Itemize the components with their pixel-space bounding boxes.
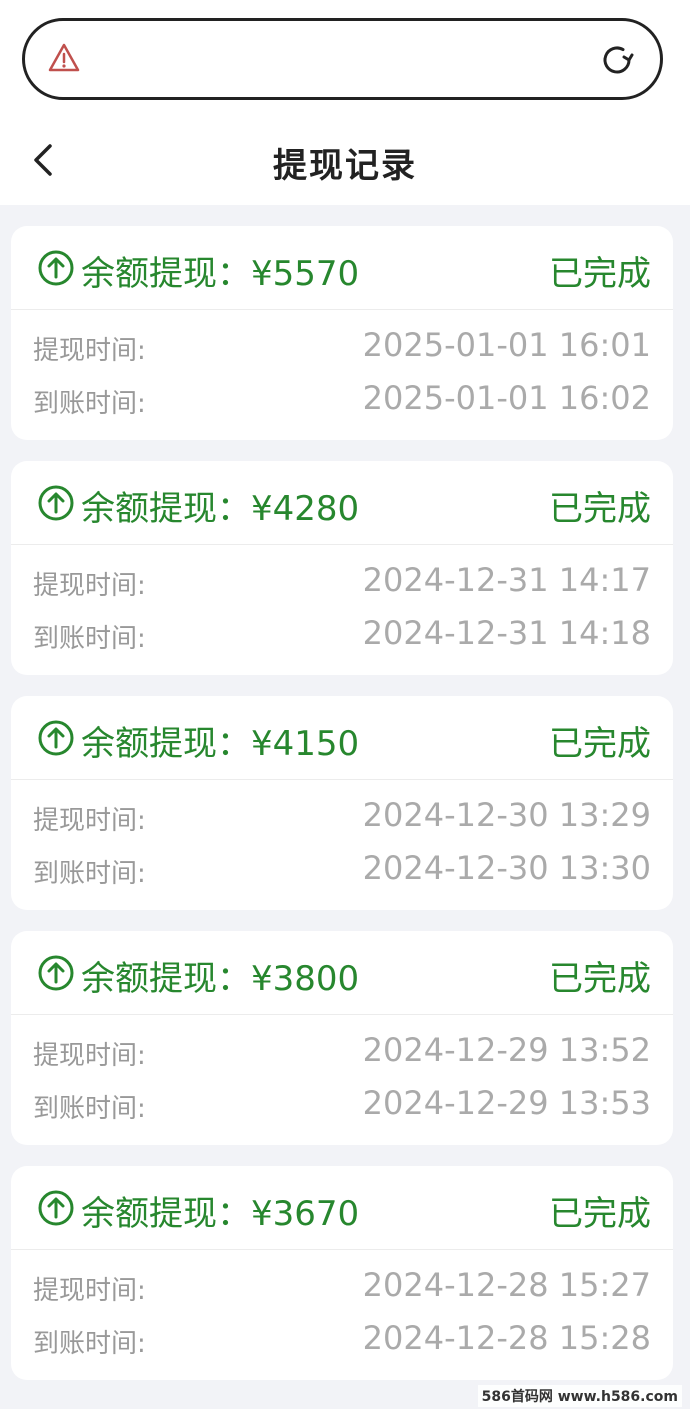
record-title: 余额提现：¥4280 xyxy=(81,489,360,529)
arrow-up-circle-icon xyxy=(38,955,74,991)
record-header: 余额提现：¥3800 已完成 xyxy=(11,931,673,1015)
withdraw-time-row: 提现时间: 2024-12-29 13:52 xyxy=(11,1031,673,1075)
withdraw-time-value: 2024-12-28 15:27 xyxy=(362,1266,651,1304)
withdraw-time-value: 2024-12-30 13:29 xyxy=(362,796,651,834)
watermark-text: 586首码网 www.h586.com xyxy=(477,1385,682,1407)
status-badge: 已完成 xyxy=(549,724,651,764)
record-title: 余额提现：¥5570 xyxy=(81,254,360,294)
withdraw-time-label: 提现时间: xyxy=(33,806,146,836)
record-card[interactable]: 余额提现：¥3670 已完成 提现时间: 2024-12-28 15:27 到账… xyxy=(11,1166,673,1380)
arrival-time-row: 到账时间: 2024-12-29 13:53 xyxy=(11,1084,673,1128)
arrival-time-label: 到账时间: xyxy=(33,859,146,889)
withdraw-time-value: 2025-01-01 16:01 xyxy=(362,326,651,364)
withdraw-time-row: 提现时间: 2025-01-01 16:01 xyxy=(11,326,673,370)
page-title: 提现记录 xyxy=(273,146,417,186)
withdraw-time-value: 2024-12-31 14:17 xyxy=(362,561,651,599)
record-header: 余额提现：¥5570 已完成 xyxy=(11,226,673,310)
record-title: 余额提现：¥3800 xyxy=(81,959,360,999)
arrow-up-circle-icon xyxy=(38,1190,74,1226)
arrival-time-row: 到账时间: 2025-01-01 16:02 xyxy=(11,379,673,423)
withdraw-time-row: 提现时间: 2024-12-30 13:29 xyxy=(11,796,673,840)
status-badge: 已完成 xyxy=(549,959,651,999)
arrival-time-row: 到账时间: 2024-12-30 13:30 xyxy=(11,849,673,893)
arrival-time-value: 2024-12-29 13:53 xyxy=(362,1084,651,1122)
arrival-time-row: 到账时间: 2024-12-28 15:28 xyxy=(11,1319,673,1363)
arrival-time-value: 2024-12-31 14:18 xyxy=(362,614,651,652)
withdraw-time-label: 提现时间: xyxy=(33,336,146,366)
arrival-time-label: 到账时间: xyxy=(33,624,146,654)
arrow-up-circle-icon xyxy=(38,485,74,521)
record-card[interactable]: 余额提现：¥5570 已完成 提现时间: 2025-01-01 16:01 到账… xyxy=(11,226,673,440)
arrival-time-label: 到账时间: xyxy=(33,1329,146,1359)
status-badge: 已完成 xyxy=(549,489,651,529)
withdraw-time-label: 提现时间: xyxy=(33,1041,146,1071)
withdraw-time-value: 2024-12-29 13:52 xyxy=(362,1031,651,1069)
arrival-time-value: 2024-12-30 13:30 xyxy=(362,849,651,887)
withdraw-time-label: 提现时间: xyxy=(33,1276,146,1306)
top-area: 提现记录 xyxy=(0,0,690,205)
record-title: 余额提现：¥4150 xyxy=(81,724,360,764)
browser-address-bar[interactable] xyxy=(22,18,663,100)
withdraw-time-row: 提现时间: 2024-12-31 14:17 xyxy=(11,561,673,605)
arrow-up-circle-icon xyxy=(38,720,74,756)
record-card[interactable]: 余额提现：¥3800 已完成 提现时间: 2024-12-29 13:52 到账… xyxy=(11,931,673,1145)
arrival-time-value: 2024-12-28 15:28 xyxy=(362,1319,651,1357)
record-header: 余额提现：¥4280 已完成 xyxy=(11,461,673,545)
withdraw-time-label: 提现时间: xyxy=(33,571,146,601)
arrival-time-row: 到账时间: 2024-12-31 14:18 xyxy=(11,614,673,658)
arrival-time-label: 到账时间: xyxy=(33,1094,146,1124)
reload-icon[interactable] xyxy=(598,41,636,79)
arrow-up-circle-icon xyxy=(38,250,74,286)
arrival-time-value: 2025-01-01 16:02 xyxy=(362,379,651,417)
record-card[interactable]: 余额提现：¥4280 已完成 提现时间: 2024-12-31 14:17 到账… xyxy=(11,461,673,675)
record-title: 余额提现：¥3670 xyxy=(81,1194,360,1234)
warning-triangle-icon[interactable] xyxy=(47,41,81,75)
arrival-time-label: 到账时间: xyxy=(33,389,146,419)
record-card[interactable]: 余额提现：¥4150 已完成 提现时间: 2024-12-30 13:29 到账… xyxy=(11,696,673,910)
withdraw-time-row: 提现时间: 2024-12-28 15:27 xyxy=(11,1266,673,1310)
status-badge: 已完成 xyxy=(549,254,651,294)
status-badge: 已完成 xyxy=(549,1194,651,1234)
record-header: 余额提现：¥3670 已完成 xyxy=(11,1166,673,1250)
record-header: 余额提现：¥4150 已完成 xyxy=(11,696,673,780)
